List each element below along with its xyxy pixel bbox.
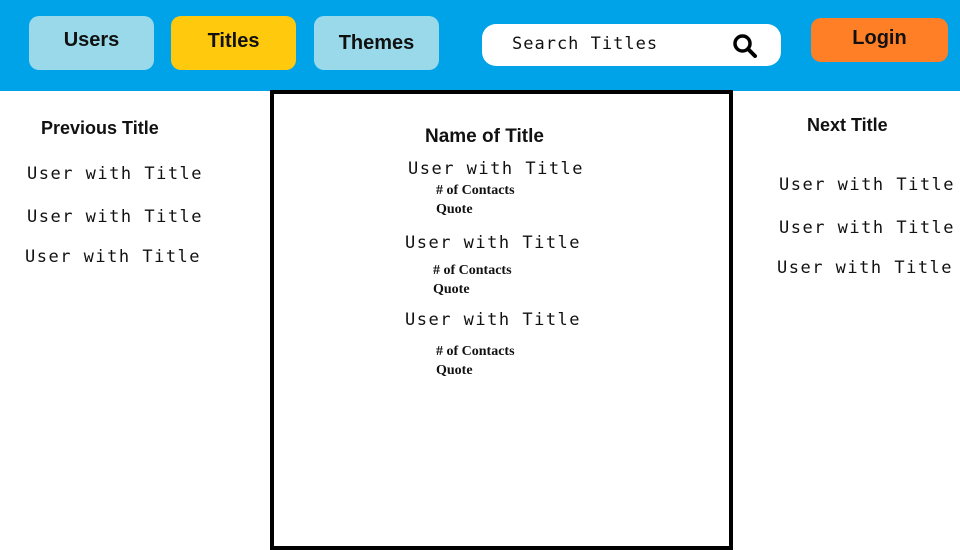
next-title-heading[interactable]: Next Title: [807, 115, 888, 136]
search-box: [482, 24, 781, 66]
next-title-user-item[interactable]: User with Title: [779, 175, 955, 195]
title-user-item[interactable]: User with Title: [405, 310, 581, 330]
login-button[interactable]: Login: [811, 18, 948, 62]
contact-count: # of Contacts: [436, 344, 515, 359]
search-input[interactable]: [512, 30, 722, 58]
previous-title-user-item[interactable]: User with Title: [27, 164, 203, 184]
contact-count: # of Contacts: [433, 263, 512, 278]
titles-tab-button[interactable]: Titles: [171, 16, 296, 70]
users-tab-button[interactable]: Users: [29, 16, 154, 70]
title-name-heading: Name of Title: [425, 126, 544, 147]
search-icon[interactable]: [732, 33, 758, 59]
user-quote: Quote: [436, 202, 473, 217]
title-user-item[interactable]: User with Title: [408, 159, 584, 179]
themes-tab-button[interactable]: Themes: [314, 16, 439, 70]
previous-title-heading[interactable]: Previous Title: [41, 118, 159, 139]
contact-count: # of Contacts: [436, 183, 515, 198]
user-quote: Quote: [433, 282, 470, 297]
user-quote: Quote: [436, 363, 473, 378]
previous-title-user-item[interactable]: User with Title: [25, 247, 201, 267]
top-navigation-bar: Users Titles Themes Login: [0, 0, 960, 91]
previous-title-user-item[interactable]: User with Title: [27, 207, 203, 227]
next-title-user-item[interactable]: User with Title: [777, 258, 953, 278]
title-user-item[interactable]: User with Title: [405, 233, 581, 253]
next-title-user-item[interactable]: User with Title: [779, 218, 955, 238]
